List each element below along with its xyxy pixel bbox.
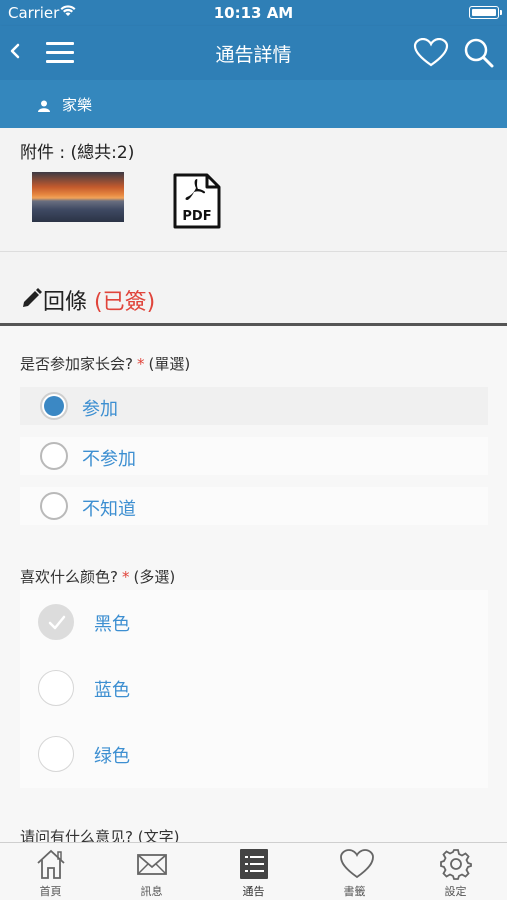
- tab-home[interactable]: 首頁: [0, 843, 101, 900]
- favorite-button[interactable]: [413, 37, 449, 68]
- tab-bookmarks[interactable]: 書籤: [304, 843, 405, 900]
- reply-form: 是否参加家长会? * (單選) 参加 不参加 不知道 喜欢什么颜色? * (多選) 黑色…: [0, 323, 507, 842]
- reply-header: 回條 (已簽): [0, 280, 507, 320]
- checkbox-option-label: 蓝色: [94, 680, 130, 701]
- question-1-label: 是否参加家长会? * (單選): [20, 355, 191, 373]
- image-attachment[interactable]: [32, 172, 124, 222]
- mail-icon: [137, 854, 167, 875]
- attachments-section: 附件 : (總共:2) PDF: [0, 128, 507, 252]
- status-bar: Carrier 10:13 AM: [0, 0, 507, 26]
- radio-selected[interactable]: [40, 392, 68, 420]
- radio-option-label: 参加: [82, 399, 118, 420]
- checkbox-option-label: 黑色: [94, 614, 130, 635]
- reply-title: 回條 (已簽): [43, 284, 155, 316]
- pdf-icon: PDF: [173, 173, 221, 229]
- search-button[interactable]: [463, 38, 495, 68]
- sender-bar: 家樂: [0, 80, 507, 128]
- heart-icon: [413, 37, 449, 67]
- checkbox-option-1[interactable]: 黑色: [20, 590, 488, 656]
- tab-messages[interactable]: 訊息: [101, 843, 202, 900]
- question-2-label: 喜欢什么颜色? * (多選): [20, 568, 176, 586]
- required-mark: *: [136, 355, 145, 373]
- pdf-attachment[interactable]: PDF: [172, 172, 222, 230]
- checkbox-checked[interactable]: [38, 604, 74, 640]
- radio-option-3[interactable]: 不知道: [20, 487, 488, 525]
- signed-status: (已簽): [94, 290, 156, 315]
- svg-text:PDF: PDF: [182, 209, 211, 224]
- checkbox-option-label: 绿色: [94, 746, 130, 767]
- checkbox-option-2[interactable]: 蓝色: [20, 656, 488, 722]
- clock: 10:13 AM: [213, 4, 294, 22]
- radio-unselected[interactable]: [40, 492, 68, 520]
- gear-icon: [440, 849, 472, 880]
- reply-title-text: 回條: [43, 290, 88, 315]
- home-icon: [37, 849, 65, 879]
- question-3-label: 请问有什么意见? (文字): [20, 828, 180, 842]
- search-icon: [464, 38, 494, 68]
- radio-unselected[interactable]: [40, 442, 68, 470]
- back-button[interactable]: [8, 40, 28, 66]
- tab-label: 首頁: [39, 885, 62, 898]
- tab-settings[interactable]: 設定: [405, 843, 506, 900]
- checkbox-unchecked[interactable]: [38, 736, 74, 772]
- checkmark-icon: [48, 615, 66, 630]
- radio-option-1[interactable]: 参加: [20, 387, 488, 425]
- tab-label: 通告: [242, 885, 265, 898]
- tab-bar: 首頁 訊息 通告 書籤 設定: [0, 842, 507, 900]
- tab-label: 設定: [444, 885, 467, 898]
- required-mark: *: [121, 568, 130, 586]
- nav-bar: 通告詳情: [0, 26, 507, 80]
- radio-option-label: 不参加: [82, 449, 136, 470]
- attachments-label: 附件 : (總共:2): [20, 143, 135, 163]
- menu-button[interactable]: [46, 42, 74, 64]
- tab-label: 訊息: [140, 885, 163, 898]
- checkbox-option-3[interactable]: 绿色: [20, 722, 488, 788]
- checkbox-group: 黑色 蓝色 绿色: [20, 590, 488, 788]
- pencil-icon: [20, 288, 42, 310]
- page-title: 通告詳情: [215, 44, 292, 66]
- list-icon: [240, 849, 268, 879]
- radio-option-2[interactable]: 不参加: [20, 437, 488, 475]
- heart-icon: [340, 849, 374, 879]
- person-icon: [38, 97, 50, 112]
- checkbox-unchecked[interactable]: [38, 670, 74, 706]
- radio-option-label: 不知道: [82, 499, 136, 520]
- tab-notices[interactable]: 通告: [203, 843, 304, 900]
- battery-icon: [469, 6, 502, 19]
- sender-name: 家樂: [62, 96, 93, 114]
- tab-label: 書籤: [343, 885, 366, 898]
